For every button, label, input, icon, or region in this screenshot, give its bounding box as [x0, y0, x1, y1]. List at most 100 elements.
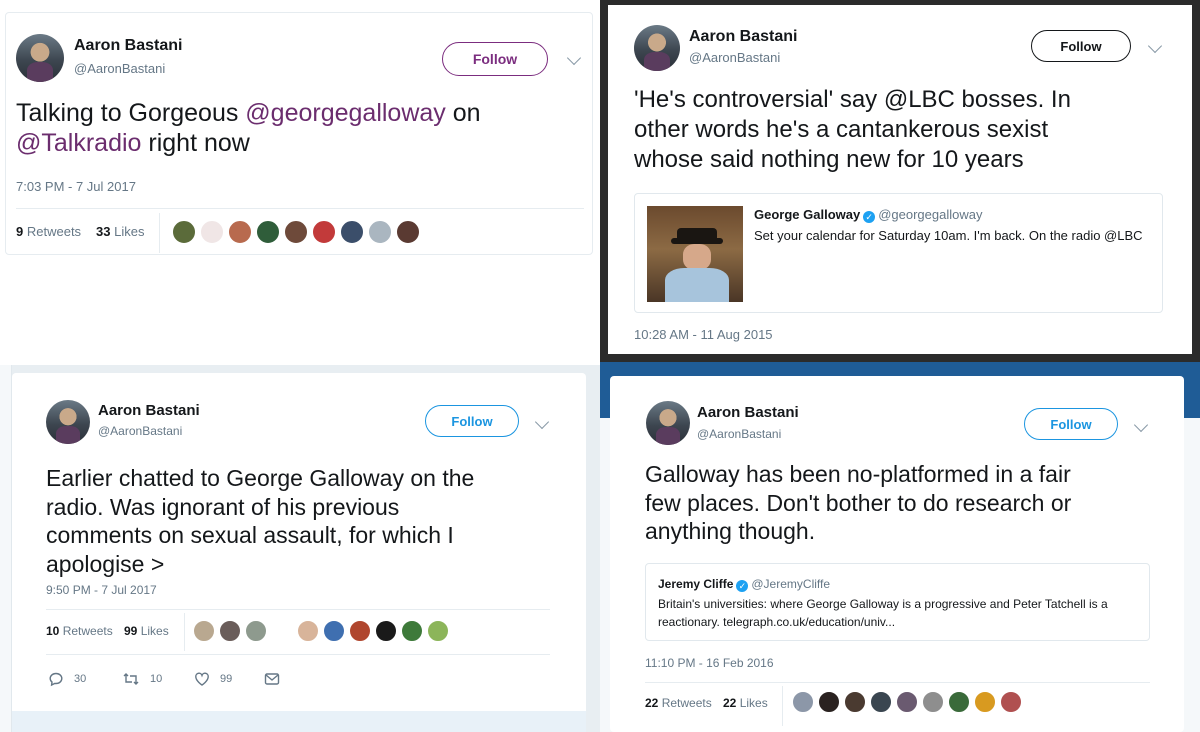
- avatar[interactable]: [646, 401, 690, 445]
- like-stats[interactable]: 33 Likes: [96, 224, 144, 239]
- follow-button[interactable]: Follow: [1024, 408, 1118, 440]
- liker-avatar[interactable]: [256, 220, 280, 244]
- tweet-text-line: apologise >: [46, 550, 165, 577]
- liker-avatar[interactable]: [401, 620, 423, 642]
- timestamp[interactable]: 11:10 PM - 16 Feb 2016: [645, 656, 774, 670]
- chevron-down-icon[interactable]: [1147, 38, 1163, 54]
- liker-avatar[interactable]: [396, 220, 420, 244]
- liker-avatar[interactable]: [974, 691, 996, 713]
- avatar[interactable]: [46, 400, 90, 444]
- avatar[interactable]: [634, 25, 680, 71]
- liker-avatar[interactable]: [219, 620, 241, 642]
- liker-avatar[interactable]: [870, 691, 892, 713]
- tweet-text-line: few places. Don't bother to do research …: [645, 489, 1072, 516]
- liker-avatar[interactable]: [1000, 691, 1022, 713]
- chevron-down-icon[interactable]: [534, 414, 550, 430]
- tweet-card: Aaron Bastani @AaronBastani Follow Earli…: [12, 373, 586, 732]
- message-action[interactable]: [264, 672, 280, 686]
- quoted-text: Britain's universities: where George Gal…: [658, 595, 1148, 631]
- author-handle[interactable]: @AaronBastani: [689, 50, 780, 65]
- quoted-text-line: reactionary. telegraph.co.uk/education/u…: [658, 615, 896, 629]
- retweet-label: Retweets: [26, 224, 82, 239]
- mention-link[interactable]: @georgegalloway: [245, 99, 446, 127]
- quoted-text: Set your calendar for Saturday 10am. I'm…: [754, 228, 1143, 243]
- liker-avatar[interactable]: [200, 220, 224, 244]
- author-handle[interactable]: @AaronBastani: [697, 427, 781, 441]
- follow-button[interactable]: Follow: [442, 42, 548, 76]
- liker-avatar[interactable]: [297, 620, 319, 642]
- quoted-author[interactable]: George Galloway ✓ @georgegalloway: [754, 206, 982, 224]
- timestamp[interactable]: 7:03 PM - 7 Jul 2017: [16, 179, 136, 194]
- screenshot-bottom-right: Aaron Bastani @AaronBastani Follow Gallo…: [600, 362, 1200, 732]
- tweet-text-line: comments on sexual assault, for which I: [46, 522, 454, 548]
- avatar[interactable]: [16, 34, 64, 82]
- like-stats[interactable]: 22 Likes: [723, 696, 768, 710]
- mention-link[interactable]: @Talkradio: [16, 129, 141, 157]
- timestamp[interactable]: 10:28 AM - 11 Aug 2015: [634, 327, 773, 342]
- liker-avatar[interactable]: [844, 691, 866, 713]
- chevron-down-icon[interactable]: [566, 50, 582, 66]
- tweet-text: Talking to Gorgeous @georgegalloway on @…: [16, 98, 576, 158]
- liker-avatar[interactable]: [323, 620, 345, 642]
- like-action[interactable]: 99: [194, 671, 264, 687]
- liker-avatar[interactable]: [818, 691, 840, 713]
- divider: [184, 613, 185, 651]
- likers-avatars[interactable]: [297, 620, 449, 642]
- tweet-text-part: right now: [141, 129, 250, 157]
- author-name[interactable]: Aaron Bastani: [98, 402, 200, 419]
- card-footer: [12, 711, 586, 732]
- timestamp[interactable]: 9:50 PM - 7 Jul 2017: [46, 583, 157, 597]
- like-stats[interactable]: 99 Likes: [124, 624, 169, 638]
- likers-avatars[interactable]: [193, 620, 267, 642]
- tweet-text: Earlier chatted to George Galloway on th…: [46, 464, 566, 578]
- author-handle[interactable]: @AaronBastani: [74, 61, 165, 76]
- author-handle[interactable]: @AaronBastani: [98, 424, 182, 438]
- quoted-author[interactable]: Jeremy Cliffe ✓ @JeremyCliffe: [658, 575, 830, 593]
- heart-icon[interactable]: [194, 671, 210, 687]
- quoted-media[interactable]: [647, 206, 743, 302]
- retweet-label: Retweets: [661, 696, 712, 710]
- retweet-stats[interactable]: 10 Retweets: [46, 624, 113, 638]
- liker-avatar[interactable]: [228, 220, 252, 244]
- author-name[interactable]: Aaron Bastani: [689, 28, 797, 46]
- liker-avatar[interactable]: [172, 220, 196, 244]
- reply-action[interactable]: 30: [48, 671, 122, 687]
- follow-button[interactable]: Follow: [425, 405, 519, 437]
- liker-avatar[interactable]: [340, 220, 364, 244]
- background-page: [0, 365, 12, 732]
- liker-avatar[interactable]: [349, 620, 371, 642]
- liker-avatar[interactable]: [427, 620, 449, 642]
- like-label: Likes: [739, 696, 768, 710]
- liker-avatar[interactable]: [368, 220, 392, 244]
- tweet-card: Aaron Bastani @AaronBastani Follow 'He's…: [608, 5, 1192, 354]
- retweet-stats[interactable]: 22 Retweets: [645, 696, 712, 710]
- quoted-author-name: George Galloway: [754, 207, 861, 222]
- retweet-count: 22: [645, 696, 659, 710]
- retweet-stats[interactable]: 9 Retweets: [16, 224, 81, 239]
- liker-avatar[interactable]: [312, 220, 336, 244]
- author-name[interactable]: Aaron Bastani: [74, 37, 182, 55]
- chevron-down-icon[interactable]: [1133, 417, 1149, 433]
- reply-icon[interactable]: [48, 671, 64, 687]
- liker-avatar[interactable]: [792, 691, 814, 713]
- follow-button[interactable]: Follow: [1031, 30, 1131, 62]
- tweet-text-line: radio. Was ignorant of his previous: [46, 493, 400, 520]
- liker-avatar[interactable]: [245, 620, 267, 642]
- liker-avatar[interactable]: [193, 620, 215, 642]
- quoted-author-handle: @JeremyCliffe: [751, 577, 831, 591]
- tweet-card: Aaron Bastani @AaronBastani Follow Gallo…: [610, 376, 1184, 732]
- liker-avatar[interactable]: [375, 620, 397, 642]
- liker-avatar[interactable]: [922, 691, 944, 713]
- likers-avatars[interactable]: [792, 691, 1022, 713]
- mail-icon[interactable]: [264, 672, 280, 686]
- quoted-tweet[interactable]: Jeremy Cliffe ✓ @JeremyCliffe Britain's un…: [645, 563, 1150, 641]
- retweet-action[interactable]: 10: [122, 671, 194, 687]
- author-name[interactable]: Aaron Bastani: [697, 404, 799, 421]
- divider: [159, 213, 160, 253]
- likers-avatars[interactable]: [172, 220, 420, 244]
- quoted-tweet[interactable]: George Galloway ✓ @georgegalloway Set your…: [634, 193, 1163, 313]
- liker-avatar[interactable]: [284, 220, 308, 244]
- liker-avatar[interactable]: [896, 691, 918, 713]
- liker-avatar[interactable]: [948, 691, 970, 713]
- retweet-icon[interactable]: [122, 671, 140, 687]
